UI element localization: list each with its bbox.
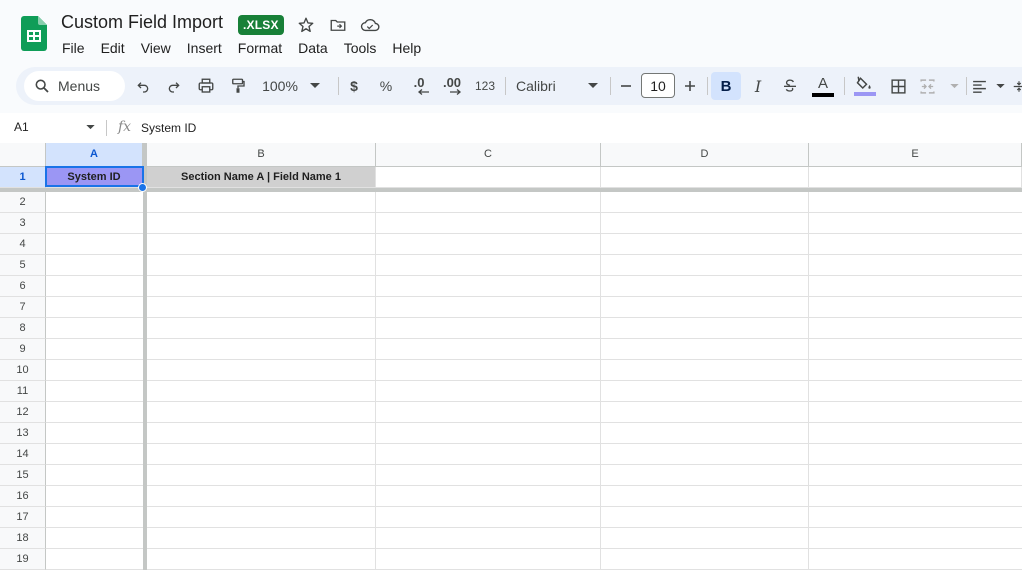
name-box[interactable]: A1 — [14, 120, 29, 134]
document-title[interactable]: Custom Field Import — [61, 12, 223, 33]
chevron-down-icon — [950, 83, 959, 88]
bold-button[interactable]: B — [711, 72, 741, 100]
strikethrough-icon[interactable] — [779, 72, 801, 100]
decrease-font-size-icon[interactable] — [616, 72, 636, 100]
font-size-input[interactable]: 10 — [641, 73, 675, 98]
chevron-down-icon — [309, 83, 320, 88]
move-folder-icon[interactable] — [327, 14, 349, 36]
chevron-down-icon — [588, 83, 598, 88]
cell-selection-outline — [45, 166, 144, 187]
toolbar-divider — [707, 77, 708, 95]
currency-format-button[interactable]: $ — [344, 72, 364, 100]
chevron-down-icon[interactable] — [86, 125, 95, 130]
zoom-value: 100% — [262, 78, 298, 94]
increase-decimal-label: .00 — [442, 75, 462, 90]
number-format-button[interactable]: 123 — [472, 72, 498, 100]
menu-bar: File Edit View Insert Format Data Tools … — [62, 38, 437, 58]
menu-help[interactable]: Help — [392, 38, 421, 58]
cloud-status-icon[interactable] — [359, 14, 381, 36]
search-icon — [35, 79, 49, 93]
merge-cells-button[interactable] — [919, 72, 959, 100]
horizontal-align-button[interactable] — [971, 72, 1005, 100]
sheets-logo-icon[interactable] — [21, 16, 47, 51]
fill-color-swatch — [854, 92, 876, 96]
menu-file[interactable]: File — [62, 38, 85, 58]
percent-format-button[interactable]: % — [376, 72, 396, 100]
arrow-right-icon — [450, 89, 462, 95]
zoom-select[interactable]: 100% — [260, 72, 322, 100]
title-bar: Custom Field Import .XLSX File Edit View… — [0, 0, 1022, 64]
italic-button[interactable]: I — [747, 72, 769, 100]
arrow-left-icon — [417, 89, 429, 95]
chevron-down-icon — [996, 83, 1005, 88]
fill-handle[interactable] — [138, 183, 147, 192]
increase-decimal-button[interactable]: .00 — [439, 72, 465, 100]
decrease-decimal-button[interactable]: .0 — [407, 72, 431, 100]
format-badge[interactable]: .XLSX — [238, 15, 284, 35]
text-color-swatch — [812, 92, 834, 97]
formula-bar-divider — [106, 120, 107, 136]
merge-cells-icon — [920, 78, 935, 94]
text-color-label: A — [817, 74, 828, 92]
menu-insert[interactable]: Insert — [187, 38, 222, 58]
toolbar-divider — [844, 77, 845, 95]
paint-format-icon[interactable] — [227, 72, 249, 100]
menu-edit[interactable]: Edit — [101, 38, 125, 58]
toolbar-divider — [338, 77, 339, 95]
vertical-align-icon[interactable] — [1012, 72, 1022, 100]
spreadsheet-grid[interactable]: A B C D E 1 2 3 4 5 6 7 8 9 10 11 12 13 … — [0, 143, 1022, 570]
font-family-select[interactable]: Calibri — [516, 72, 598, 100]
formula-bar: A1 fx System ID — [0, 113, 1022, 143]
borders-icon[interactable] — [887, 72, 909, 100]
text-color-button[interactable]: A — [811, 72, 835, 100]
search-menus-button[interactable]: Menus — [24, 71, 125, 101]
function-icon: fx — [118, 119, 132, 135]
toolbar: Menus 100% $ % .0 .00 123 Calibri 10 B I — [16, 67, 1022, 105]
frozen-column-divider[interactable] — [143, 143, 147, 570]
star-icon[interactable] — [295, 14, 317, 36]
formula-input[interactable]: System ID — [141, 121, 196, 135]
toolbar-divider — [505, 77, 506, 95]
print-icon[interactable] — [195, 72, 217, 100]
font-family-value: Calibri — [516, 78, 556, 94]
decrease-decimal-label: .0 — [413, 75, 425, 90]
fill-color-icon[interactable] — [853, 72, 877, 100]
increase-font-size-icon[interactable] — [680, 72, 700, 100]
gridlines — [46, 188, 1022, 570]
menu-tools[interactable]: Tools — [344, 38, 377, 58]
menu-view[interactable]: View — [141, 38, 171, 58]
search-menus-label: Menus — [58, 78, 101, 94]
undo-icon[interactable] — [132, 72, 154, 100]
toolbar-divider — [610, 77, 611, 95]
toolbar-divider — [966, 77, 967, 95]
frozen-row-divider[interactable] — [0, 188, 1022, 192]
redo-icon[interactable] — [163, 72, 185, 100]
menu-data[interactable]: Data — [298, 38, 328, 58]
align-left-icon — [973, 80, 986, 93]
menu-format[interactable]: Format — [238, 38, 282, 58]
